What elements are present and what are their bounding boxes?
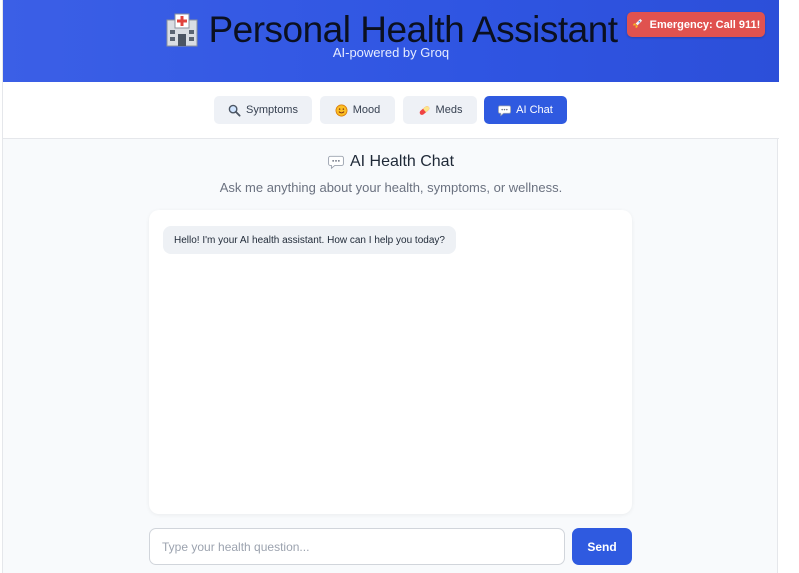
send-button[interactable]: Send [572,528,632,565]
tab-meds[interactable]: Meds [403,96,477,124]
chat-subtitle: Ask me anything about your health, sympt… [219,180,563,195]
tab-label: Symptoms [246,104,298,116]
chat-input[interactable] [149,528,565,565]
app-subtitle: AI-powered by Groq [332,45,450,60]
tab-label: AI Chat [516,104,553,116]
speech-bubble-icon [498,104,512,117]
app-frame: Personal Health Assistant AI-powered by … [2,0,779,573]
emergency-label: Emergency: Call 911! [649,18,761,31]
chat-title-text: AI Health Chat [349,153,455,170]
tab-symptoms[interactable]: Symptoms [214,96,312,124]
tab-ai-chat[interactable]: AI Chat [484,96,567,124]
emergency-button[interactable]: Emergency: Call 911! [627,12,765,37]
hospital-icon [164,12,200,48]
assistant-message: Hello! I'm your AI health assistant. How… [163,226,456,254]
speech-bubble-icon [328,154,344,170]
smiley-icon [335,104,348,117]
tab-mood[interactable]: Mood [320,96,395,124]
chat-title: AI Health Chat [3,153,779,171]
tab-label: Mood [352,104,381,116]
chat-messages[interactable]: Hello! I'm your AI health assistant. How… [149,210,632,514]
magnifier-icon [228,104,241,117]
tab-label: Meds [435,104,463,116]
rocket-icon [632,18,645,31]
tab-bar: Symptoms Mood Meds AI Chat [3,82,779,139]
pill-icon [418,104,431,117]
